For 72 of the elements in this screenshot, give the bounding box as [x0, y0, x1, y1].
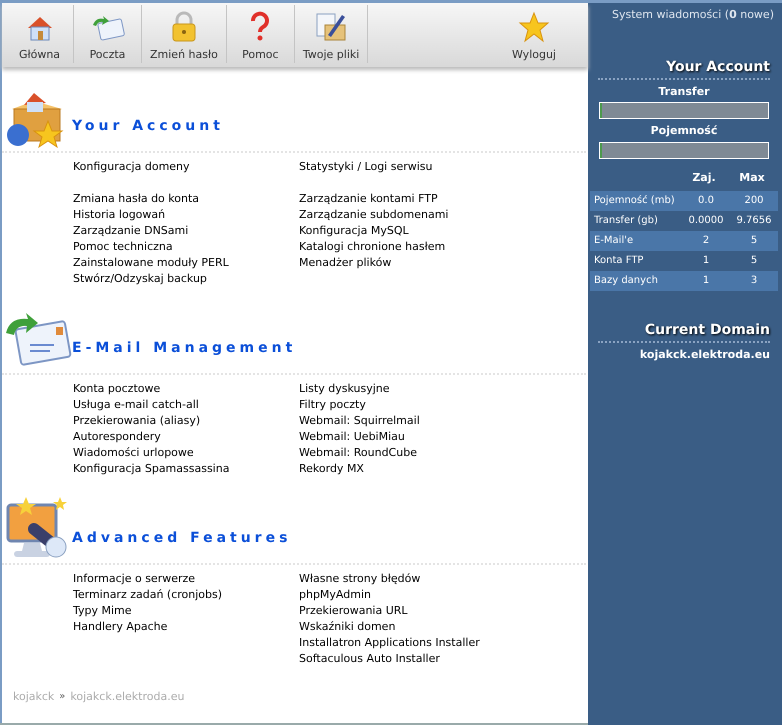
section-title: Advanced Features	[72, 529, 292, 548]
menu-link[interactable]: Webmail: RoundCube	[299, 446, 417, 459]
toolbar-button[interactable]: Zmień hasło	[142, 5, 227, 63]
table-cell-text: 5	[750, 254, 758, 268]
menu-link[interactable]: Konfiguracja domeny	[73, 160, 190, 173]
menu-link[interactable]: Zmiana hasła do konta	[73, 192, 200, 205]
toolbar-button[interactable]: Twoje pliki	[294, 5, 368, 63]
table-cell-text: Pojemność (mb)	[593, 194, 676, 208]
menu-link[interactable]: Katalogi chronione hasłem	[299, 240, 446, 253]
menu-link[interactable]: Installatron Applications Installer	[299, 636, 480, 649]
menu-link[interactable]: Przekierowania (aliasy)	[73, 414, 200, 427]
section-title: Your Account	[72, 117, 224, 136]
menu-link[interactable]: phpMyAdmin	[299, 588, 371, 601]
meter-label: Transfer	[658, 84, 710, 100]
sidebar-heading: Your Account	[666, 58, 770, 74]
toolbar-button[interactable]: Poczta	[74, 5, 142, 63]
toolbar-button[interactable]: Główna	[6, 5, 74, 63]
menu-link[interactable]: Konta pocztowe	[73, 382, 160, 395]
sidebar-heading: Current Domain	[644, 322, 770, 338]
menu-link[interactable]: Menadżer plików	[299, 256, 392, 269]
menu-link[interactable]: Przekierowania URL	[299, 604, 408, 617]
menu-link[interactable]: Typy Mime	[73, 604, 132, 617]
table-cell-text: 0.0000	[688, 214, 724, 228]
menu-link[interactable]: Zarządzanie subdomenami	[299, 208, 448, 221]
table-cell-text: 9.7656	[736, 214, 772, 228]
menu-link[interactable]: Wskaźniki domen	[299, 620, 396, 633]
table-cell-text: 1	[702, 254, 710, 268]
menu-link[interactable]: Filtry poczty	[299, 398, 366, 411]
menu-link[interactable]: Zarządzanie DNSami	[73, 224, 188, 237]
table-cell-text: 1	[702, 274, 710, 288]
menu-link[interactable]: Konfiguracja MySQL	[299, 224, 409, 237]
star-icon	[518, 10, 550, 42]
menu-link[interactable]: Konfiguracja Spamassassina	[73, 462, 230, 475]
menu-link[interactable]: Webmail: Squirrelmail	[299, 414, 420, 427]
documents-pen-icon	[314, 10, 348, 42]
table-cell-text: Konta FTP	[593, 254, 644, 268]
menu-link[interactable]: Rekordy MX	[299, 462, 364, 475]
menu-link[interactable]: Usługa e-mail catch-all	[73, 398, 199, 411]
messages-link[interactable]: System wiadomości (0 nowe)	[588, 3, 780, 24]
table-cell-text: Transfer (gb)	[593, 214, 659, 228]
table-cell-text: 2	[702, 234, 710, 248]
menu-link[interactable]: Wiadomości urlopowe	[73, 446, 194, 459]
menu-link[interactable]: Webmail: UebiMiau	[299, 430, 405, 443]
breadcrumb-separator: »	[59, 690, 66, 704]
table-cell-text: 200	[743, 194, 765, 208]
table-cell-text: 5	[750, 234, 758, 248]
toolbar-button[interactable]: Wyloguj	[504, 5, 564, 63]
current-domain: kojakck.elektroda.eu	[638, 346, 771, 362]
column-header: Max	[738, 170, 766, 186]
section-title: E-Mail Management	[72, 339, 296, 358]
menu-link[interactable]: Autorespondery	[73, 430, 161, 443]
menu-link[interactable]: Statystyki / Logi serwisu	[299, 160, 433, 173]
padlock-icon	[170, 10, 198, 42]
menu-link[interactable]: Zainstalowane moduły PERL	[73, 256, 229, 269]
column-header: Zaj.	[691, 170, 717, 186]
table-cell-text: 3	[750, 274, 758, 288]
table-cell-text: Bazy danych	[593, 274, 659, 288]
menu-link[interactable]: Informacje o serwerze	[73, 572, 196, 585]
meter-label: Pojemność	[650, 123, 718, 139]
table-cell-text: E-Mail'e	[593, 234, 634, 248]
menu-link[interactable]: Stwórz/Odzyskaj backup	[73, 272, 207, 285]
menu-link[interactable]: Pomoc techniczna	[73, 240, 173, 253]
menu-link[interactable]: Historia logowań	[73, 208, 166, 221]
menu-link[interactable]: Listy dyskusyjne	[299, 382, 390, 395]
question-mark-icon	[249, 10, 272, 42]
menu-link[interactable]: Terminarz zadań (cronjobs)	[73, 588, 222, 601]
menu-link[interactable]: Zarządzanie kontami FTP	[299, 192, 438, 205]
menu-link[interactable]: Własne strony błędów	[299, 572, 420, 585]
menu-link[interactable]: Softaculous Auto Installer	[299, 652, 440, 665]
menu-link[interactable]: Handlery Apache	[73, 620, 168, 633]
table-cell-text: 0.0	[697, 194, 715, 208]
toolbar-button[interactable]: Pomoc	[226, 5, 295, 63]
